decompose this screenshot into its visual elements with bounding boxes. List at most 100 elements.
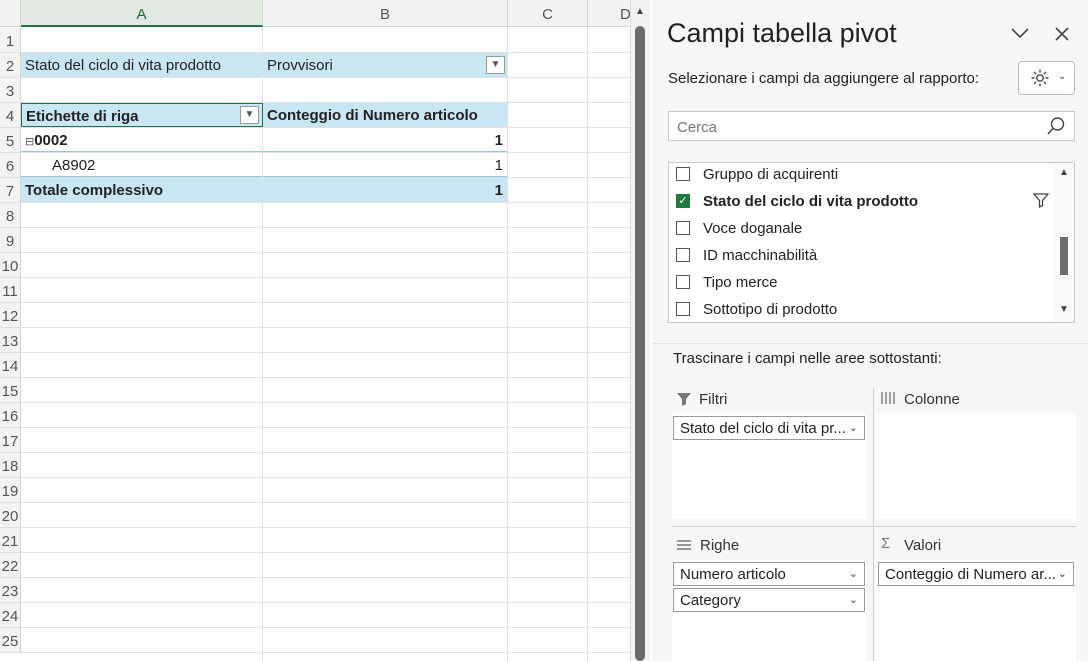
pivot-fields-panel: Campi tabella pivot Selezionare i campi … [652, 0, 1088, 661]
gear-icon [1030, 68, 1050, 93]
pivot-group-value[interactable]: 1 [263, 128, 507, 152]
pivot-row-labels-header[interactable]: Etichette di riga [21, 103, 263, 127]
filters-item-label: Stato del ciclo di vita pr... [680, 420, 846, 437]
field-item[interactable]: Tipo merce [676, 274, 1036, 294]
rows-area-label: Righe [700, 537, 740, 554]
row-header[interactable]: 11 [0, 278, 21, 303]
filters-area-label: Filtri [699, 391, 728, 408]
field-checkbox[interactable] [676, 167, 690, 181]
field-list[interactable]: Gruppo di acquirenti ✓ Stato del ciclo di … [668, 162, 1075, 323]
row-header[interactable]: 20 [0, 503, 21, 528]
row-header[interactable]: 1 [0, 28, 21, 53]
panel-title: Campi tabella pivot [667, 18, 897, 48]
row-header[interactable]: 24 [0, 603, 21, 628]
column-header-a[interactable]: A [21, 0, 263, 27]
values-area-label: Valori [904, 537, 942, 554]
field-checkbox[interactable] [676, 248, 690, 262]
chevron-down-icon: ⌄ [848, 422, 858, 434]
pivot-values-header[interactable]: Conteggio di Numero articolo [263, 103, 507, 127]
scroll-up-icon[interactable]: ▲ [1059, 167, 1069, 178]
close-icon[interactable] [1054, 26, 1070, 47]
group-label: 0002 [34, 132, 68, 149]
row-header[interactable]: 18 [0, 453, 21, 478]
field-label: Stato del ciclo di vita prodotto [703, 193, 919, 210]
row-header[interactable]: 3 [0, 78, 21, 103]
worksheet[interactable]: A B C D 1 2 3 4 5 6 7 8 9 10 11 12 13 14 15 16 17 18 19 20 2… [0, 0, 630, 661]
chevron-down-icon: ⌄ [848, 568, 858, 580]
sigma-icon: Σ [881, 535, 891, 552]
row-header[interactable]: 6 [0, 153, 21, 178]
scroll-down-icon[interactable]: ▼ [1059, 304, 1069, 315]
rows-item-label: Category [680, 592, 741, 609]
field-list-scrollbar[interactable]: ▲ ▼ [1054, 163, 1074, 322]
scroll-up-icon[interactable]: ▲ [635, 6, 645, 17]
field-label: Sottotipo di prodotto [703, 301, 838, 318]
row-header[interactable]: 23 [0, 578, 21, 603]
column-header-d[interactable]: D [588, 0, 630, 27]
field-item[interactable]: Voce doganale [676, 220, 1036, 240]
column-header-c[interactable]: C [508, 0, 588, 27]
collapse-icon[interactable]: ⊟ [25, 136, 34, 148]
row-header[interactable]: 12 [0, 303, 21, 328]
row-header[interactable]: 2 [0, 53, 21, 78]
pivot-group-row-label[interactable]: ⊟0002 [21, 128, 262, 152]
row-header[interactable]: 21 [0, 528, 21, 553]
search-icon[interactable] [1046, 116, 1066, 141]
rows-item-numero-articolo[interactable]: Numero articolo ⌄ [673, 562, 865, 586]
rows-item-label: Numero articolo [680, 566, 786, 583]
select-all-corner[interactable] [0, 0, 21, 27]
row-header[interactable]: 7 [0, 178, 21, 203]
field-checkbox[interactable] [676, 275, 690, 289]
row-header[interactable]: 4 [0, 103, 21, 128]
field-filter-icon[interactable] [1032, 191, 1050, 214]
pivot-item-label[interactable]: A8902 [21, 153, 262, 177]
field-item[interactable]: Gruppo di acquirenti [676, 166, 1036, 186]
drag-fields-label: Trascinare i campi nelle aree sottostant… [673, 350, 942, 367]
rows-item-category[interactable]: Category ⌄ [673, 588, 865, 612]
columns-drop-zone[interactable] [875, 414, 1076, 519]
row-header[interactable]: 9 [0, 228, 21, 253]
pivot-item-value[interactable]: 1 [263, 153, 507, 177]
field-item[interactable]: ✓ Stato del ciclo di vita prodotto [676, 193, 1036, 213]
values-item-conteggio[interactable]: Conteggio di Numero ar... ⌄ [878, 562, 1074, 586]
columns-area-icon [881, 391, 895, 410]
pivot-filter-value[interactable]: Provvisori [263, 53, 507, 77]
row-header[interactable]: 8 [0, 203, 21, 228]
row-header[interactable]: 19 [0, 478, 21, 503]
field-search-box[interactable] [668, 111, 1075, 141]
row-labels-dropdown-icon[interactable]: ▼ [240, 106, 259, 124]
field-checkbox[interactable] [676, 302, 690, 316]
row-header[interactable]: 17 [0, 428, 21, 453]
tools-settings-button[interactable]: ⌄ [1018, 61, 1075, 95]
field-item[interactable]: ID macchinabilità [676, 247, 1036, 267]
row-header[interactable]: 13 [0, 328, 21, 353]
row-header[interactable]: 10 [0, 253, 21, 278]
chevron-down-icon[interactable] [1010, 26, 1030, 45]
row-header[interactable]: 25 [0, 628, 21, 653]
field-search-input[interactable] [675, 116, 1039, 138]
column-header-b[interactable]: B [263, 0, 508, 27]
pivot-total-value[interactable]: 1 [263, 178, 507, 202]
field-checkbox[interactable]: ✓ [676, 194, 690, 208]
scrollbar-thumb[interactable] [635, 26, 645, 661]
choose-fields-label: Selezionare i campi da aggiungere al rap… [668, 70, 980, 87]
filter-dropdown-icon[interactable]: ▼ [486, 56, 505, 74]
pivot-total-label[interactable]: Totale complessivo [21, 178, 263, 202]
row-header[interactable]: 14 [0, 353, 21, 378]
chevron-down-icon: ⌄ [1057, 568, 1067, 580]
row-header[interactable]: 5 [0, 128, 21, 153]
row-header[interactable]: 22 [0, 553, 21, 578]
columns-area-label: Colonne [904, 391, 960, 408]
field-list-scroll-thumb[interactable] [1060, 237, 1068, 275]
field-label: Tipo merce [703, 274, 778, 291]
row-header[interactable]: 16 [0, 403, 21, 428]
field-checkbox[interactable] [676, 221, 690, 235]
field-label: Voce doganale [703, 220, 803, 237]
row-header[interactable]: 15 [0, 378, 21, 403]
pivot-filter-label[interactable]: Stato del ciclo di vita prodotto [21, 53, 262, 77]
field-item[interactable]: Sottotipo di prodotto [676, 301, 1036, 321]
field-label: ID macchinabilità [703, 247, 818, 264]
sheet-vertical-scrollbar[interactable]: ▲ [630, 0, 650, 661]
filters-item-stato[interactable]: Stato del ciclo di vita pr... ⌄ [673, 416, 865, 440]
gear-dropdown-chevron-icon: ⌄ [1058, 71, 1067, 82]
